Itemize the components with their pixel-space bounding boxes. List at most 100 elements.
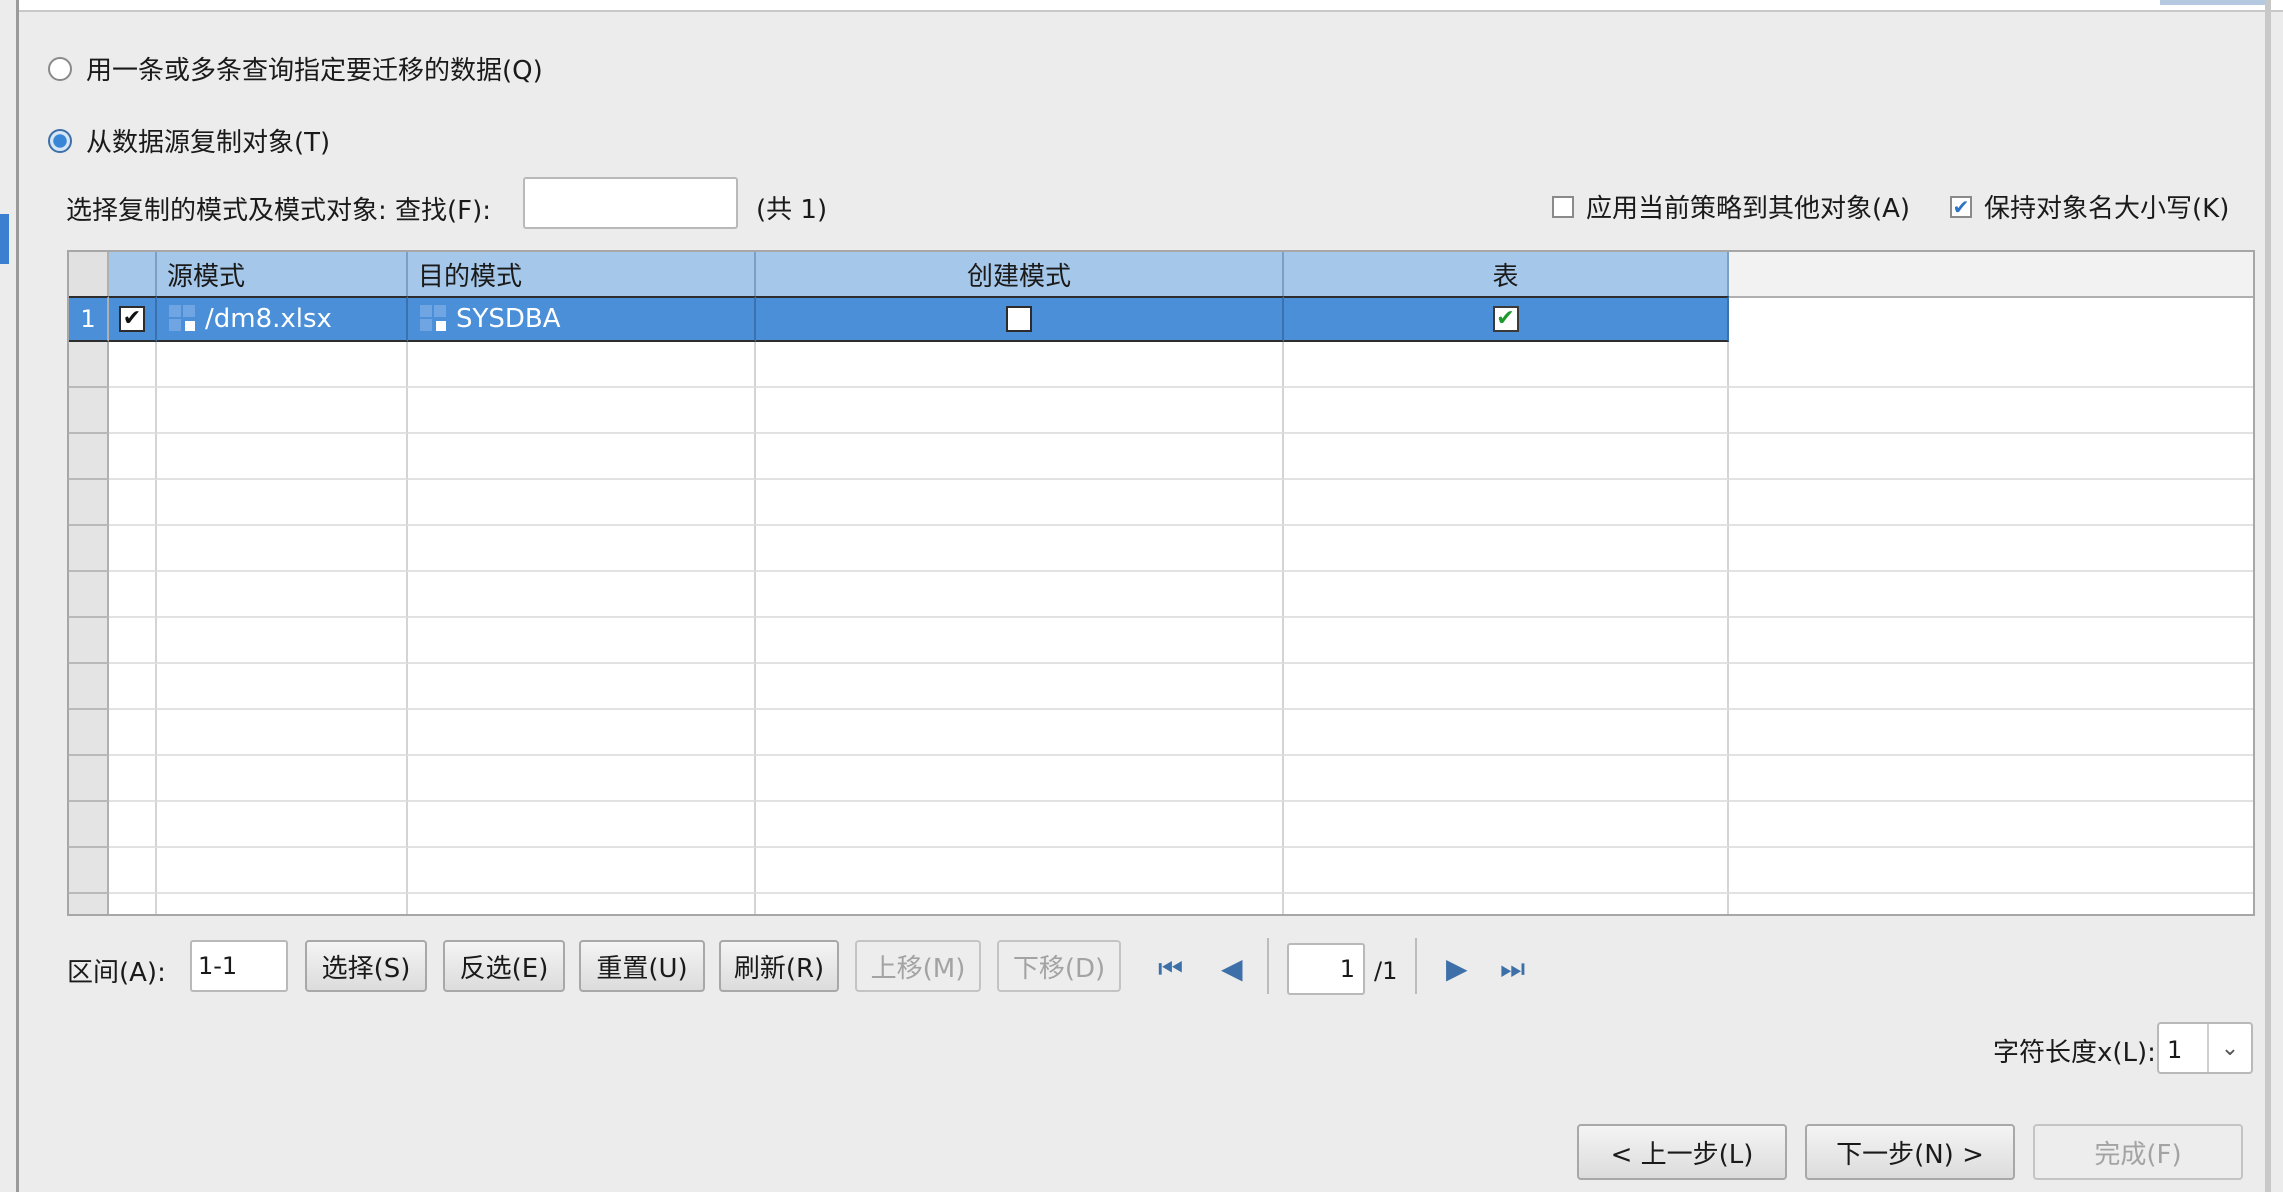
apply-policy-checkbox[interactable] xyxy=(1552,195,1574,218)
char-length-select[interactable]: 1 ⌄ xyxy=(2157,1022,2253,1074)
header-source[interactable]: 源模式 xyxy=(157,252,408,298)
chevron-down-icon[interactable]: ⌄ xyxy=(2207,1024,2251,1072)
empty-cell xyxy=(157,526,408,572)
page-input[interactable]: 1 xyxy=(1287,943,1365,995)
pager-separator xyxy=(1415,938,1417,994)
finish-button[interactable]: 完成(F) xyxy=(2033,1124,2243,1180)
empty-cell xyxy=(157,756,408,802)
empty-cell xyxy=(408,894,756,914)
empty-cell xyxy=(756,572,1284,618)
next-page-icon[interactable]: ▶ xyxy=(1446,952,1468,985)
schema-icon xyxy=(420,305,448,333)
invert-button[interactable]: 反选(E) xyxy=(443,940,565,992)
create-schema-checkbox[interactable] xyxy=(1006,306,1032,332)
reset-button[interactable]: 重置(U) xyxy=(579,940,705,992)
keep-case-checkbox[interactable]: ✔ xyxy=(1950,195,1972,218)
apply-policy-option[interactable]: 应用当前策略到其他对象(A) xyxy=(1552,188,1910,225)
header-create-schema[interactable]: 创建模式 xyxy=(756,252,1284,298)
empty-row xyxy=(69,710,2253,756)
top-edge xyxy=(19,0,2283,12)
empty-cell xyxy=(1729,756,2253,802)
find-input[interactable] xyxy=(523,177,738,229)
header-target-label: 目的模式 xyxy=(418,261,523,292)
empty-cell xyxy=(157,664,408,710)
radio-query[interactable] xyxy=(48,56,72,81)
page-total: /1 xyxy=(1374,957,1398,985)
empty-cell xyxy=(109,664,157,710)
last-page-icon[interactable]: ⏭ xyxy=(1500,952,1525,986)
create-schema-cell[interactable] xyxy=(756,296,1284,342)
range-input[interactable]: 1-1 xyxy=(190,940,288,992)
header-filler xyxy=(1729,252,2253,298)
empty-cell xyxy=(109,802,157,848)
apply-policy-label: 应用当前策略到其他对象(A) xyxy=(1586,194,1911,224)
move-up-button[interactable]: 上移(M) xyxy=(855,940,981,992)
first-page-icon[interactable]: ⏮ xyxy=(1158,952,1183,986)
move-down-button[interactable]: 下移(D) xyxy=(997,940,1121,992)
empty-cell xyxy=(157,848,408,894)
radio-query-option[interactable]: 用一条或多条查询指定要迁移的数据(Q) xyxy=(48,50,543,87)
empty-cell xyxy=(756,664,1284,710)
row-select-cell[interactable]: ✔ xyxy=(109,296,157,342)
char-length-label: 字符长度x(L): xyxy=(1993,1038,2156,1068)
header-corner xyxy=(69,252,109,298)
empty-row xyxy=(69,434,2253,480)
row-number xyxy=(69,434,109,480)
table-cell[interactable]: ✔ xyxy=(1284,296,1729,342)
empty-cell xyxy=(756,526,1284,572)
row-number xyxy=(69,802,109,848)
empty-cell xyxy=(408,572,756,618)
row-number xyxy=(69,848,109,894)
prev-step-button[interactable]: < 上一步(L) xyxy=(1577,1124,1787,1180)
header-table[interactable]: 表 xyxy=(1284,252,1729,298)
pager-separator xyxy=(1267,938,1269,994)
empty-cell xyxy=(756,756,1284,802)
radio-query-label: 用一条或多条查询指定要迁移的数据(Q) xyxy=(86,56,543,86)
refresh-button[interactable]: 刷新(R) xyxy=(719,940,839,992)
table-checkbox[interactable]: ✔ xyxy=(1492,306,1519,332)
empty-cell xyxy=(109,618,157,664)
select-button[interactable]: 选择(S) xyxy=(305,940,427,992)
row-number xyxy=(69,664,109,710)
schema-icon xyxy=(169,305,197,333)
empty-cell xyxy=(109,848,157,894)
target-schema-cell[interactable]: SYSDBA xyxy=(408,296,756,342)
empty-cell xyxy=(408,710,756,756)
empty-cell xyxy=(1729,848,2253,894)
empty-cell xyxy=(1284,756,1729,802)
empty-cell xyxy=(408,526,756,572)
empty-cell xyxy=(109,388,157,434)
empty-cell xyxy=(1729,664,2253,710)
empty-cell xyxy=(109,526,157,572)
row-select-checkbox[interactable]: ✔ xyxy=(119,306,145,332)
empty-cell xyxy=(408,618,756,664)
empty-cell xyxy=(109,894,157,914)
header-select[interactable] xyxy=(109,252,157,298)
empty-cell xyxy=(1284,480,1729,526)
target-schema-value: SYSDBA xyxy=(456,304,561,334)
empty-cell xyxy=(109,342,157,388)
empty-cell xyxy=(756,894,1284,914)
radio-copy-option[interactable]: 从数据源复制对象(T) xyxy=(48,122,330,159)
empty-cell xyxy=(109,710,157,756)
empty-cell xyxy=(1284,526,1729,572)
empty-cell xyxy=(157,480,408,526)
next-step-button[interactable]: 下一步(N) > xyxy=(1805,1124,2015,1180)
empty-row xyxy=(69,848,2253,894)
range-label: 区间(A): xyxy=(67,958,166,988)
empty-cell xyxy=(157,342,408,388)
row-number xyxy=(69,618,109,664)
source-schema-value: /dm8.xlsx xyxy=(205,304,332,334)
keep-case-label: 保持对象名大小写(K) xyxy=(1984,194,2230,224)
source-schema-cell[interactable]: /dm8.xlsx xyxy=(157,296,408,342)
empty-cell xyxy=(408,802,756,848)
prev-page-icon[interactable]: ◀ xyxy=(1221,952,1243,985)
header-target[interactable]: 目的模式 xyxy=(408,252,756,298)
empty-cell xyxy=(408,664,756,710)
schema-table: 源模式 目的模式 创建模式 表 1 ✔ /dm8.xlsx SYSDBA ✔ xyxy=(67,250,2255,916)
keep-case-option[interactable]: ✔ 保持对象名大小写(K) xyxy=(1950,188,2229,225)
radio-copy[interactable] xyxy=(48,128,72,153)
empty-cell xyxy=(1729,572,2253,618)
table-row[interactable]: 1 ✔ /dm8.xlsx SYSDBA ✔ xyxy=(69,296,2253,342)
empty-cell xyxy=(1284,894,1729,914)
